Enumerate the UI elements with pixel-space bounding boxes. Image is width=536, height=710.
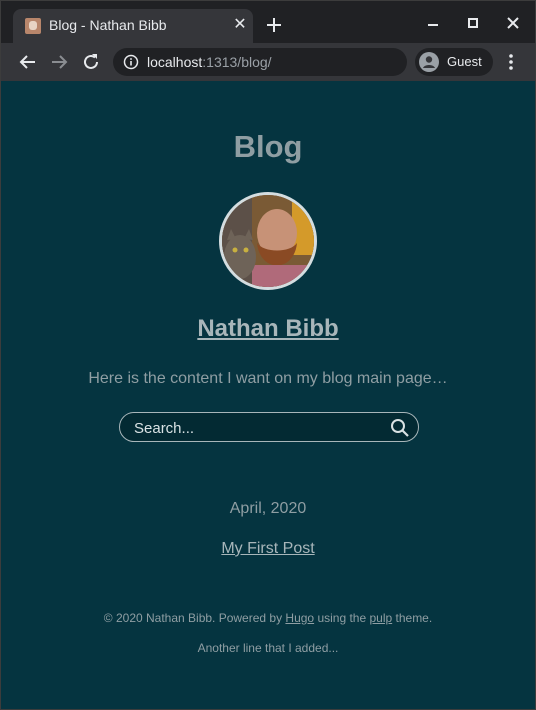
intro-text: Here is the content I want on my blog ma…	[88, 370, 448, 387]
search-icon[interactable]	[390, 418, 410, 438]
tab-strip: Blog - Nathan Bibb ✕	[1, 1, 535, 43]
url-text[interactable]: localhost:1313/blog/	[147, 54, 272, 70]
browser-window: Blog - Nathan Bibb ✕ localhost:1313/blog…	[0, 0, 536, 710]
minimize-icon[interactable]	[421, 13, 445, 33]
search-input[interactable]	[134, 418, 384, 438]
site-favicon-icon	[25, 18, 41, 34]
maximize-icon[interactable]	[461, 13, 485, 33]
footer-credits: © 2020 Nathan Bibb. Powered by Hugo usin…	[103, 611, 433, 625]
archive-month-heading: April, 2020	[229, 500, 307, 517]
page-content: Blog Nathan Bibb Here is the content I w…	[1, 81, 535, 709]
search-box[interactable]	[119, 412, 419, 442]
profile-label: Guest	[447, 54, 482, 69]
hugo-link[interactable]: Hugo	[285, 611, 314, 625]
browser-toolbar: localhost:1313/blog/ Guest	[1, 43, 535, 81]
reload-icon[interactable]	[80, 51, 102, 73]
author-avatar	[219, 192, 317, 290]
profile-button[interactable]: Guest	[415, 48, 493, 76]
page-title: Blog	[233, 129, 303, 164]
author-name-link[interactable]: Nathan Bibb	[1, 315, 535, 343]
close-window-icon[interactable]	[501, 13, 525, 33]
info-icon[interactable]	[123, 54, 139, 70]
tab-close-icon[interactable]: ✕	[231, 16, 249, 34]
author-photo	[222, 195, 314, 287]
guest-avatar-icon	[419, 52, 439, 72]
post-link[interactable]: My First Post	[1, 540, 535, 558]
more-menu-icon[interactable]	[503, 52, 519, 72]
tab-title: Blog - Nathan Bibb	[49, 17, 167, 33]
pulp-theme-link[interactable]: pulp	[369, 611, 392, 625]
back-arrow-icon[interactable]	[17, 51, 39, 73]
footer-extra-line: Another line that I added...	[197, 641, 339, 655]
tab-blog[interactable]: Blog - Nathan Bibb ✕	[13, 9, 253, 43]
forward-arrow-icon[interactable]	[48, 51, 70, 73]
new-tab-icon[interactable]	[263, 14, 285, 36]
address-bar[interactable]: localhost:1313/blog/	[113, 48, 407, 76]
